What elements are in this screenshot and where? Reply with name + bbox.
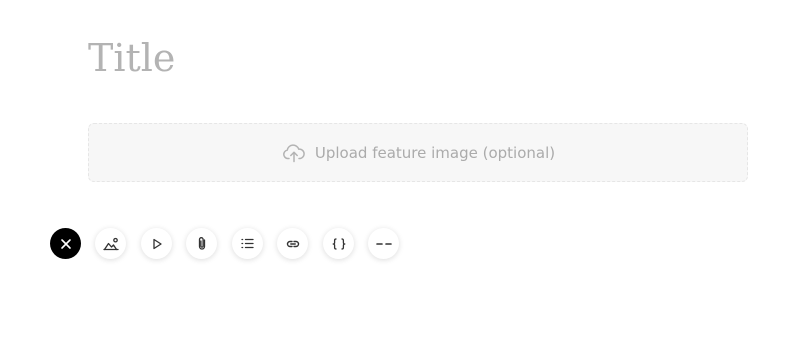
close-icon — [60, 238, 72, 250]
list-icon — [241, 238, 254, 249]
upload-label: Upload feature image (optional) — [314, 143, 556, 162]
upload-feature-image-button[interactable]: Upload feature image (optional) — [88, 123, 748, 182]
insert-code-button[interactable] — [323, 228, 354, 259]
divider-icon — [375, 242, 392, 246]
play-icon — [151, 238, 163, 250]
insert-link-button[interactable] — [277, 228, 308, 259]
image-icon — [102, 237, 119, 251]
insert-divider-button[interactable] — [368, 228, 399, 259]
insert-video-button[interactable] — [141, 228, 172, 259]
attach-file-button[interactable] — [186, 228, 217, 259]
title-input[interactable] — [88, 30, 748, 86]
insert-list-button[interactable] — [232, 228, 263, 259]
link-icon — [286, 239, 300, 249]
insert-image-button[interactable] — [95, 228, 126, 259]
paperclip-icon — [196, 236, 208, 251]
close-button[interactable] — [50, 228, 81, 259]
code-braces-icon — [332, 237, 346, 250]
cloud-upload-icon — [281, 142, 307, 164]
